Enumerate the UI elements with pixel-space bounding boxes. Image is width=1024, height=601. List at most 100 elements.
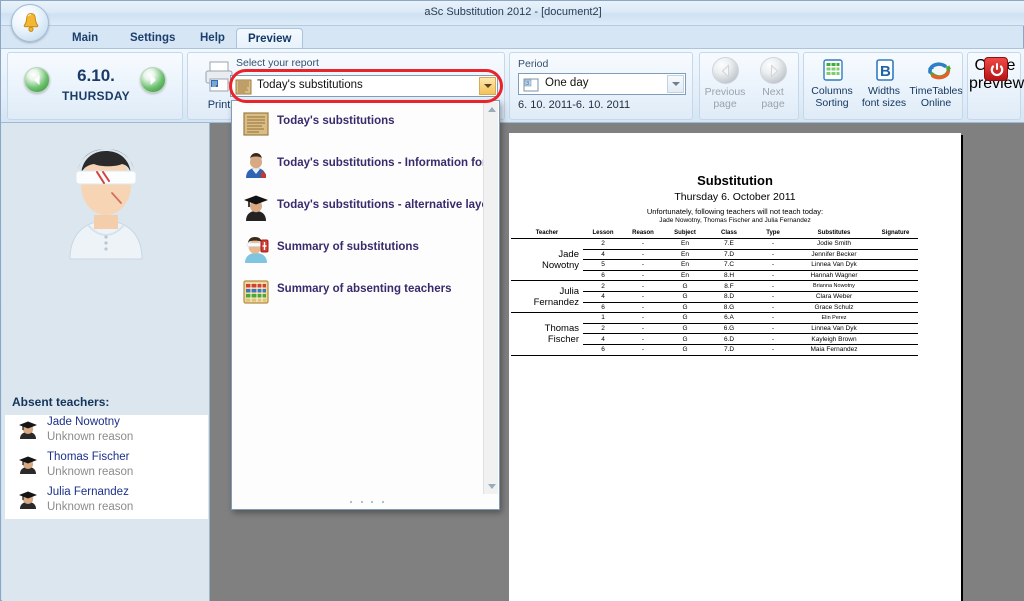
columns-sorting-label-1: Columns (811, 85, 853, 97)
period-group: Period 3 One day 6. 10. 2011-6. 10. 2011 (509, 52, 693, 120)
bell-glyph (23, 12, 39, 32)
bold-b-icon: B (874, 58, 896, 84)
cell-type: - (751, 270, 795, 282)
cell-signature (873, 312, 918, 324)
cell-reason: - (623, 333, 663, 345)
chevron-down-icon[interactable] (479, 77, 496, 95)
teacher-line2: Fernandez (533, 296, 579, 308)
cell-lesson: 4 (583, 333, 623, 345)
scroll-down-glyph (487, 484, 496, 489)
cell-lesson: 6 (583, 270, 623, 282)
next-page-label-1: Next (762, 86, 784, 98)
arrow-right-glyph (150, 75, 156, 85)
injured-teacher-large-icon (2, 123, 210, 291)
resize-grip-icon[interactable] (350, 498, 384, 506)
arrow-right-icon[interactable] (140, 67, 166, 93)
cell-substitute: Clara Weber (795, 291, 873, 303)
dropdown-item-information-for-students[interactable]: Today's substitutions - Information for … (233, 144, 483, 186)
cell-class: 6.D (707, 333, 751, 345)
teacher-line1: Thomas (544, 322, 579, 334)
report-combobox[interactable]: Today's substitutions (230, 75, 498, 97)
window-frame: aSc Substitution 2012 - [document2] Main… (0, 0, 1024, 601)
substitution-table: Teacher Lesson Reason Subject Class Type… (511, 229, 918, 356)
cell-class: 8.D (707, 291, 751, 303)
cell-type: - (751, 259, 795, 271)
bell-icon[interactable] (11, 4, 49, 42)
svg-text:3: 3 (526, 81, 529, 87)
dropdown-item-label: Summary of substitutions (277, 241, 419, 253)
teacher-line1: Julia (559, 285, 579, 297)
close-preview-group: Close preview (967, 52, 1024, 120)
preview-page: Substitution Thursday 6. October 2011 Un… (509, 133, 961, 601)
dropdown-item-summary-of-absenting-teachers[interactable]: Summary of absenting teachers (233, 270, 483, 312)
cell-reason: - (623, 312, 663, 324)
tab-main[interactable]: Main (61, 28, 109, 49)
widths-fontsizes-label-1: Widths (867, 85, 901, 97)
cell-substitute: Brianna Nowotny (795, 280, 873, 292)
scroll-up-glyph (487, 107, 496, 112)
cell-signature (873, 259, 918, 271)
dropdown-item-summary-of-substitutions[interactable]: Summary of substitutions (233, 228, 483, 270)
col-reason: Reason (623, 229, 663, 239)
tab-help[interactable]: Help (189, 28, 236, 49)
table-header-row: Teacher Lesson Reason Subject Class Type… (511, 229, 918, 239)
cell-class: 8.F (707, 280, 751, 292)
cell-subject: En (663, 249, 707, 261)
cell-class: 7.C (707, 259, 751, 271)
dropdown-item-label: Summary of absenting teachers (277, 283, 452, 295)
scroll-up-arrow-icon[interactable] (484, 102, 499, 117)
cell-class: 8.G (707, 302, 751, 314)
cell-signature (873, 333, 918, 345)
cell-reason: - (623, 344, 663, 356)
report-dropdown-list[interactable]: Today's substitutions Today's substituti… (231, 100, 500, 510)
table-row: Julia Fernandez 2 - G 8.F - Brianna Nowot… (511, 280, 918, 314)
cell-substitute: Hannah Wagner (795, 270, 873, 282)
dropdown-item-label: Today's substitutions - Information for … (277, 157, 483, 169)
list-item[interactable]: Julia Fernandez Unknown reason (5, 485, 208, 520)
cell-class: 7.E (707, 238, 751, 250)
substitution-table-body: Jade Nowotny 2 - En 7.E - Jodie Smith 4 - (511, 238, 918, 356)
cell-signature (873, 238, 918, 250)
tab-settings[interactable]: Settings (119, 28, 186, 49)
cell-substitute: Jodie Smith (795, 238, 873, 250)
cell-signature (873, 291, 918, 303)
cell-lesson: 6 (583, 344, 623, 356)
chevron-down-icon[interactable] (667, 75, 684, 93)
teacher-line1: Jade (558, 248, 579, 260)
cell-subject: G (663, 302, 707, 314)
cell-type: - (751, 249, 795, 261)
cell-type: - (751, 333, 795, 345)
dropdown-item-todays-substitutions[interactable]: Today's substitutions (233, 102, 483, 144)
list-item[interactable]: Jade Nowotny Unknown reason (5, 415, 208, 450)
cell-lesson: 2 (583, 280, 623, 292)
cell-class: 6.G (707, 323, 751, 335)
teacher-reason: Unknown reason (47, 501, 134, 513)
scroll-down-arrow-icon[interactable] (484, 479, 499, 494)
col-teacher: Teacher (511, 229, 583, 239)
sync-arrows-icon (926, 58, 951, 84)
tab-preview[interactable]: Preview (236, 28, 304, 49)
cell-substitute: Maia Fernandez (795, 344, 873, 356)
cell-lesson: 1 (583, 312, 623, 324)
app-window: aSc Substitution 2012 - [document2] Main… (0, 0, 1024, 601)
bold-b-glyph: B (876, 59, 894, 81)
dropdown-item-alternative-layout[interactable]: Today's substitutions - alternative layo… (233, 186, 483, 228)
table-columns-glyph (823, 59, 843, 81)
group-teacher-name: Jade Nowotny (511, 238, 583, 282)
cell-subject: G (663, 312, 707, 324)
close-preview-button[interactable]: Close preview (969, 57, 1024, 93)
list-item[interactable]: Thomas Fischer Unknown reason (5, 450, 208, 485)
cell-substitute: Kayleigh Brown (795, 333, 873, 345)
cell-signature (873, 323, 918, 335)
title-bar: aSc Substitution 2012 - [document2] (1, 1, 1024, 26)
cell-subject: G (663, 291, 707, 303)
report-dropdown-items: Today's substitutions Today's substituti… (233, 102, 483, 312)
period-combobox[interactable]: 3 One day (518, 73, 686, 95)
teacher-name: Jade Nowotny (47, 416, 120, 428)
cell-lesson: 4 (583, 291, 623, 303)
cell-subject: G (663, 344, 707, 356)
next-page-label-2: page (761, 98, 785, 110)
col-lesson: Lesson (583, 229, 623, 239)
dropdown-scrollbar[interactable] (483, 102, 498, 494)
absent-teachers-list: Jade Nowotny Unknown reason Thomas Fisch… (5, 415, 208, 519)
